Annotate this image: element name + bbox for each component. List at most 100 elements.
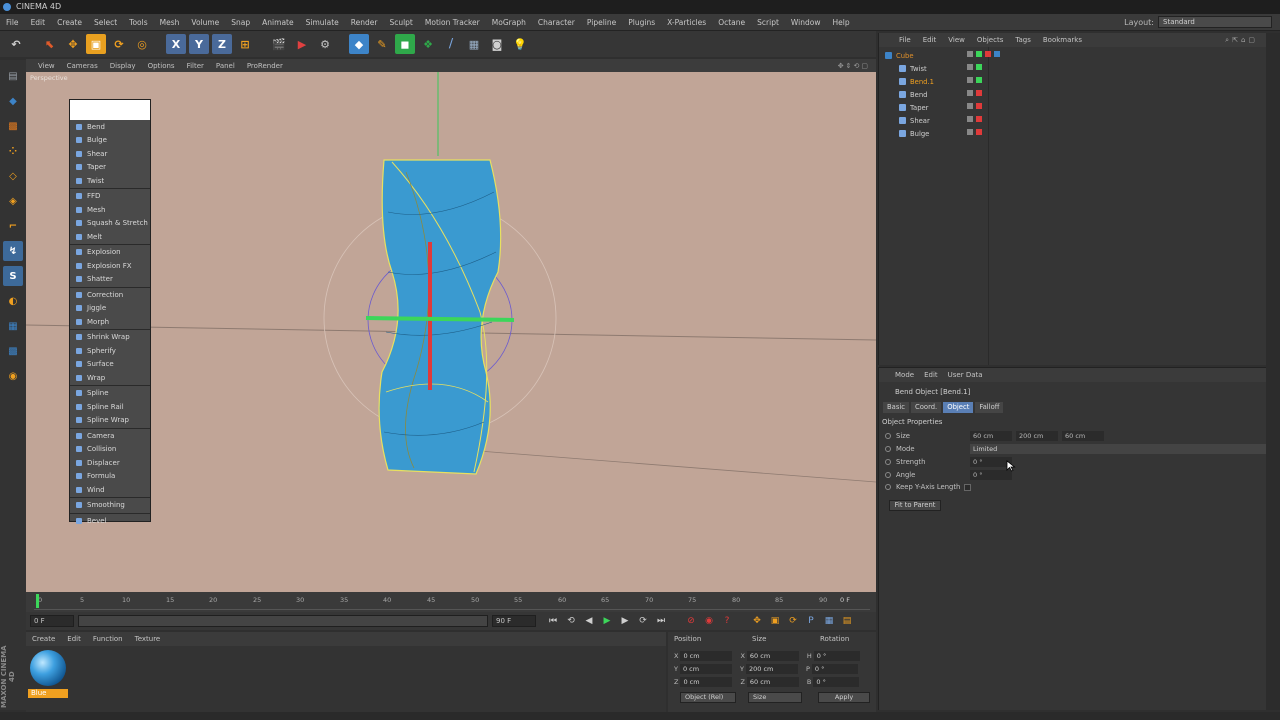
play-icon[interactable]: ▶	[600, 614, 614, 628]
om-nav-icons[interactable]: ⌕⇱⌂▢	[1225, 36, 1258, 45]
size-z-field[interactable]: 60 cm	[746, 677, 799, 687]
om-menu-view[interactable]: View	[948, 36, 965, 44]
am-menu-user-data[interactable]: User Data	[948, 371, 983, 379]
animate-dot-icon[interactable]	[885, 446, 891, 452]
om-menu-file[interactable]: File	[899, 36, 911, 44]
object-row-bend-1[interactable]: Bend.1	[899, 75, 934, 88]
rotate-icon[interactable]: ⟳	[109, 34, 129, 54]
deformer-explosion-fx[interactable]: Explosion FX	[70, 259, 150, 273]
am-menu-mode[interactable]: Mode	[895, 371, 914, 379]
end-frame-field[interactable]: 90 F	[492, 615, 536, 627]
deformer-bulge[interactable]: Bulge	[70, 134, 150, 148]
tab-coord[interactable]: Coord.	[911, 402, 942, 413]
deformer-wind[interactable]: Wind	[70, 483, 150, 497]
animate-dot-icon[interactable]	[885, 484, 891, 490]
size-x-field[interactable]: 60 cm	[970, 431, 1012, 441]
size-y-field[interactable]: 200 cm	[745, 664, 798, 674]
deformer-melt[interactable]: Melt	[70, 230, 150, 244]
deformer-bend[interactable]: Bend	[70, 120, 150, 134]
tweak-mode-icon[interactable]: ↯	[3, 241, 23, 261]
object-flags[interactable]	[967, 116, 982, 122]
key-parameter-icon[interactable]: P	[804, 614, 818, 628]
deformer-wrap[interactable]: Wrap	[70, 371, 150, 385]
menu-character[interactable]: Character	[532, 18, 581, 27]
object-flags[interactable]	[967, 129, 982, 135]
next-key-icon[interactable]: ⟳	[636, 614, 650, 628]
x-axis-icon[interactable]: X	[166, 34, 186, 54]
workplane-icon[interactable]: ◐	[3, 291, 23, 311]
object-row-cube[interactable]: Cube	[885, 49, 914, 62]
viewport-menu-panel[interactable]: Panel	[216, 62, 235, 70]
deformer-correction[interactable]: Correction	[70, 288, 150, 302]
deformer-spline[interactable]: Spline	[70, 387, 150, 401]
viewport-menu-options[interactable]: Options	[148, 62, 175, 70]
live-selection-icon[interactable]: ⬉	[40, 34, 60, 54]
object-flags[interactable]	[967, 51, 1000, 57]
recent-tools-icon[interactable]: ◎	[132, 34, 152, 54]
material-menu-edit[interactable]: Edit	[67, 635, 81, 643]
rotation-p-field[interactable]: 0 °	[811, 664, 858, 674]
viewport-menu-cameras[interactable]: Cameras	[67, 62, 98, 70]
menu-script[interactable]: Script	[751, 18, 785, 27]
viewport-menu-prorender[interactable]: ProRender	[247, 62, 283, 70]
deformer-jiggle[interactable]: Jiggle	[70, 302, 150, 316]
coord-size-dropdown[interactable]: Size	[748, 692, 802, 703]
lock-workplane-icon[interactable]: ▩	[3, 341, 23, 361]
deformer-mesh[interactable]: Mesh	[70, 203, 150, 217]
timeline-window-icon[interactable]: ▤	[840, 614, 854, 628]
viewport-nav-icons[interactable]: ✥⇕⟲▢	[838, 62, 870, 70]
material-menu-function[interactable]: Function	[93, 635, 123, 643]
deformer-icon[interactable]: ⧸	[441, 34, 461, 54]
key-pla-icon[interactable]: ▦	[822, 614, 836, 628]
menu-animate[interactable]: Animate	[256, 18, 299, 27]
layout-dropdown[interactable]: Standard	[1158, 16, 1272, 28]
object-row-bend[interactable]: Bend	[899, 88, 927, 101]
rotation-h-field[interactable]: 0 °	[813, 651, 860, 661]
object-flags[interactable]	[967, 64, 982, 70]
array-icon[interactable]: ❖	[418, 34, 438, 54]
prev-frame-icon[interactable]: ◀	[582, 614, 596, 628]
tab-object[interactable]: Object	[943, 402, 974, 413]
menu-snap[interactable]: Snap	[225, 18, 256, 27]
size-z-field[interactable]: 60 cm	[1062, 431, 1104, 441]
rotation-b-field[interactable]: 0 °	[813, 677, 860, 687]
viewport-menu-display[interactable]: Display	[110, 62, 136, 70]
om-menu-edit[interactable]: Edit	[923, 36, 937, 44]
deformer-collision[interactable]: Collision	[70, 443, 150, 457]
go-to-start-icon[interactable]: ⏮	[546, 614, 560, 628]
object-flags[interactable]	[967, 77, 982, 83]
om-menu-tags[interactable]: Tags	[1015, 36, 1031, 44]
coordinate-system-icon[interactable]: ⊞	[235, 34, 255, 54]
deformer-shatter[interactable]: Shatter	[70, 273, 150, 287]
menu-create[interactable]: Create	[51, 18, 88, 27]
menu-simulate[interactable]: Simulate	[300, 18, 345, 27]
polygons-mode-icon[interactable]: ◈	[3, 191, 23, 211]
deformer-bevel[interactable]: Bevel	[70, 514, 150, 528]
light-icon[interactable]: 💡	[510, 34, 530, 54]
menu-tools[interactable]: Tools	[123, 18, 153, 27]
pen-icon[interactable]: ✎	[372, 34, 392, 54]
timeline-playhead[interactable]	[36, 594, 39, 608]
material-preview-blue[interactable]	[30, 650, 66, 686]
undo-icon[interactable]: ↶	[6, 34, 26, 54]
deformer-formula[interactable]: Formula	[70, 470, 150, 484]
size-x-field[interactable]: 60 cm	[746, 651, 799, 661]
subdivision-icon[interactable]: ◼	[395, 34, 415, 54]
menu-window[interactable]: Window	[785, 18, 827, 27]
move-icon[interactable]: ✥	[63, 34, 83, 54]
viewport-3d[interactable]: Perspective	[26, 72, 876, 592]
timeline[interactable]: 0 5 10 15 20 25 30 35 40 45 50 55 60 65 …	[26, 592, 876, 612]
menu-select[interactable]: Select	[88, 18, 123, 27]
menu-mograph[interactable]: MoGraph	[486, 18, 532, 27]
menu-render[interactable]: Render	[345, 18, 384, 27]
menu-pipeline[interactable]: Pipeline	[581, 18, 622, 27]
right-side-tabs[interactable]	[1266, 33, 1280, 710]
key-scale-icon[interactable]: ▣	[768, 614, 782, 628]
mode-dropdown[interactable]: Limited	[970, 444, 1266, 454]
go-to-end-icon[interactable]: ⏭	[654, 614, 668, 628]
apply-button[interactable]: Apply	[818, 692, 870, 703]
coord-mode-dropdown[interactable]: Object (Rel)	[680, 692, 736, 703]
deformer-camera[interactable]: Camera	[70, 429, 150, 443]
menu-sculpt[interactable]: Sculpt	[383, 18, 418, 27]
edges-mode-icon[interactable]: ◇	[3, 166, 23, 186]
